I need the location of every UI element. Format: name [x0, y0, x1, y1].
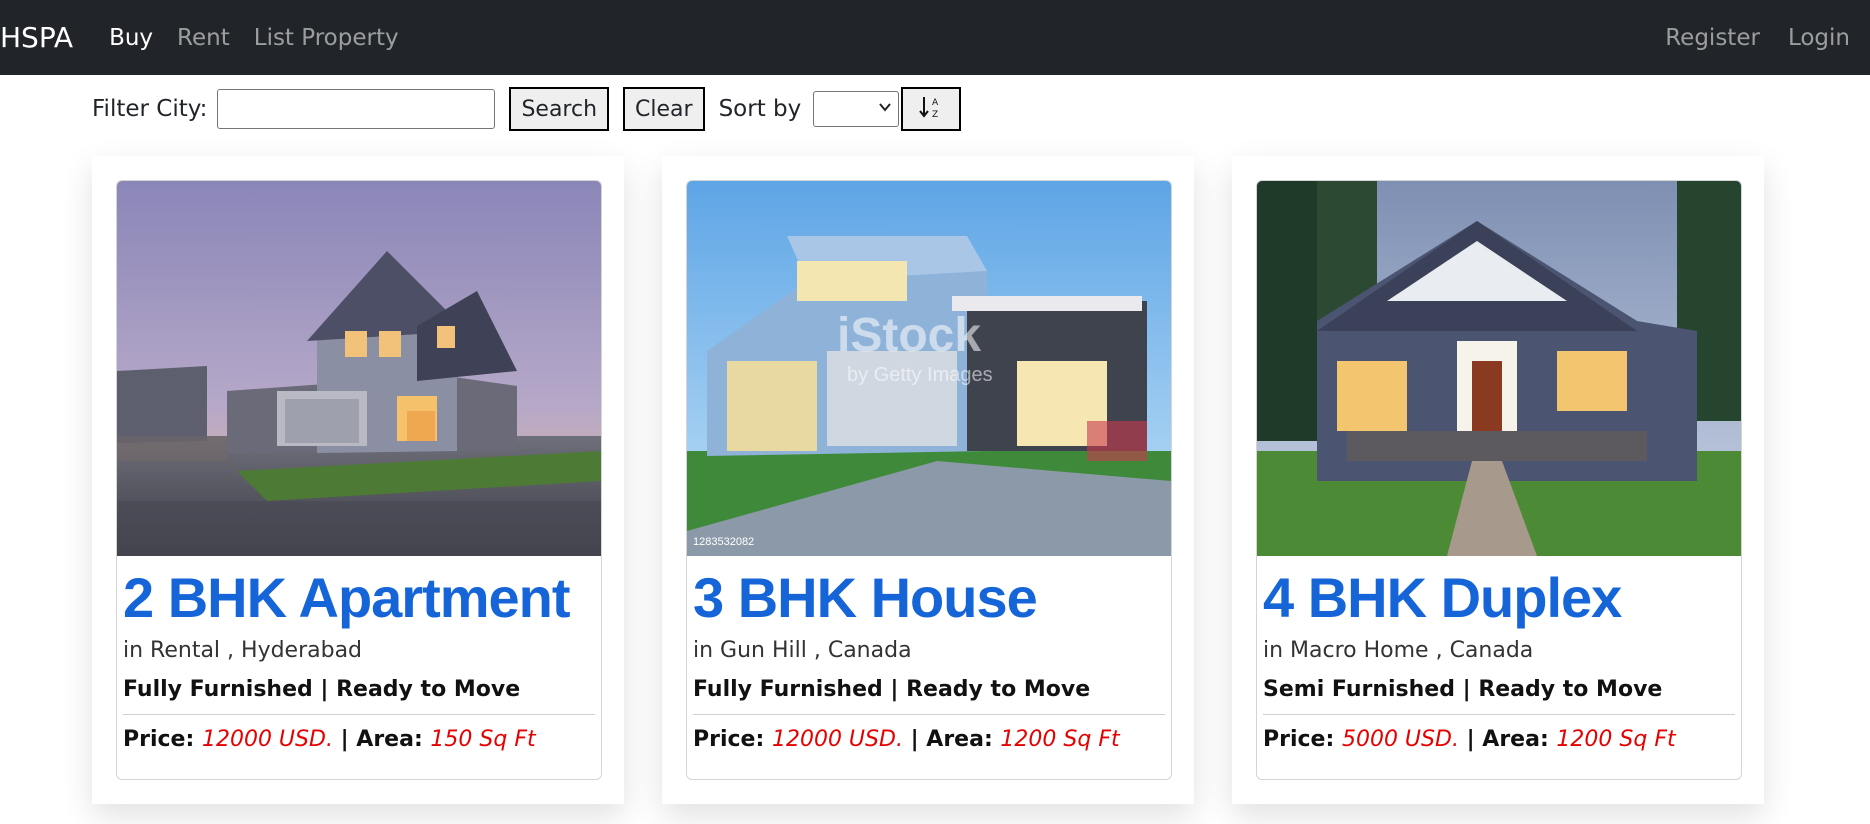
sort-by-label: Sort by [718, 96, 802, 122]
watermark-text: iStock [837, 309, 981, 362]
property-column: 4 BHK Duplex in Macro Home , Canada Semi… [1232, 156, 1764, 804]
search-button[interactable]: Search [509, 87, 610, 131]
divider [1263, 714, 1735, 715]
price-value: 12000 USD. [201, 727, 333, 752]
area-label: | Area: [1466, 727, 1549, 752]
nav-rent[interactable]: Rent [177, 25, 230, 51]
property-column: 2 BHK Apartment in Rental , Hyderabad Fu… [92, 156, 624, 804]
filter-city-input[interactable] [217, 89, 496, 129]
property-photo [1257, 181, 1741, 556]
property-location: in Gun Hill , Canada [693, 638, 912, 663]
divider [693, 714, 1165, 715]
area-value: 150 Sq Ft [430, 727, 536, 752]
area-value: 1200 Sq Ft [1000, 727, 1120, 752]
property-card[interactable]: 4 BHK Duplex in Macro Home , Canada Semi… [1256, 180, 1742, 780]
area-label: | Area: [340, 727, 423, 752]
area-label: | Area: [910, 727, 993, 752]
filter-city-label: Filter City: [92, 96, 208, 122]
price-row: Price: 12000 USD. | Area: 150 Sq Ft [123, 727, 595, 752]
price-row: Price: 5000 USD. | Area: 1200 Sq Ft [1263, 727, 1735, 752]
price-value: 12000 USD. [771, 727, 903, 752]
sort-alpha-icon: A Z [919, 94, 943, 124]
property-photo [117, 181, 601, 556]
property-location: in Rental , Hyderabad [123, 638, 363, 663]
property-card[interactable]: iStock by Getty Images 1283532082 3 BHK … [686, 180, 1172, 780]
chevron-down-icon [878, 99, 892, 118]
image-code: 1283532082 [693, 536, 754, 548]
property-card[interactable]: 2 BHK Apartment in Rental , Hyderabad Fu… [116, 180, 602, 780]
property-photo: iStock by Getty Images 1283532082 [687, 181, 1171, 556]
svg-text:Z: Z [932, 110, 938, 120]
filter-bar: Filter City: Search Clear Sort by A Z [92, 87, 962, 131]
property-features: Fully Furnished | Ready to Move [123, 677, 521, 702]
price-row: Price: 12000 USD. | Area: 1200 Sq Ft [693, 727, 1165, 752]
property-title[interactable]: 4 BHK Duplex [1263, 562, 1735, 634]
property-features: Fully Furnished | Ready to Move [693, 677, 1091, 702]
price-label: Price: [693, 727, 765, 752]
clear-button[interactable]: Clear [623, 87, 705, 131]
nav-register[interactable]: Register [1665, 25, 1760, 51]
sort-by-select[interactable] [813, 91, 900, 127]
svg-text:A: A [932, 98, 939, 108]
nav-buy[interactable]: Buy [109, 25, 153, 51]
property-column: iStock by Getty Images 1283532082 3 BHK … [662, 156, 1194, 804]
divider [123, 714, 595, 715]
price-label: Price: [123, 727, 195, 752]
price-label: Price: [1263, 727, 1335, 752]
property-location: in Macro Home , Canada [1263, 638, 1534, 663]
sort-direction-button[interactable]: A Z [901, 87, 962, 131]
property-features: Semi Furnished | Ready to Move [1263, 677, 1663, 702]
nav-login[interactable]: Login [1788, 25, 1850, 51]
navbar: HSPA Buy Rent List Property Register Log… [0, 0, 1870, 75]
property-title[interactable]: 2 BHK Apartment [123, 562, 595, 634]
area-value: 1200 Sq Ft [1556, 727, 1676, 752]
watermark-subtext: by Getty Images [847, 364, 993, 386]
brand-logo[interactable]: HSPA [0, 21, 73, 54]
property-title[interactable]: 3 BHK House [693, 562, 1165, 634]
nav-list-property[interactable]: List Property [254, 25, 399, 51]
price-value: 5000 USD. [1341, 727, 1459, 752]
